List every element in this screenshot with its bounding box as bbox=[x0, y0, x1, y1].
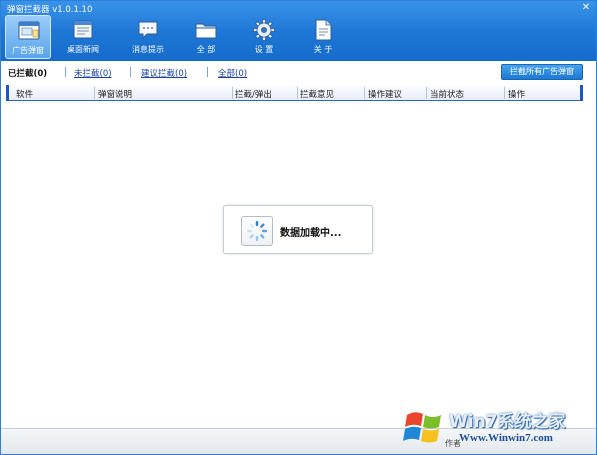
filter-divider bbox=[207, 67, 208, 77]
block-all-popups-button[interactable]: 拦截所有广告弹窗 bbox=[501, 64, 583, 80]
column-block-popup[interactable]: 拦截/弹出 bbox=[235, 88, 272, 100]
spinner-frame bbox=[241, 216, 273, 246]
column-divider[interactable] bbox=[232, 87, 233, 99]
filter-divider bbox=[130, 67, 131, 77]
filter-unblocked[interactable]: 未拦截(0) bbox=[74, 67, 112, 79]
column-current-status[interactable]: 当前状态 bbox=[430, 88, 464, 100]
column-popup-desc[interactable]: 弹窗说明 bbox=[98, 88, 132, 100]
loading-text: 数据加载中... bbox=[280, 228, 342, 239]
toolbar-settings[interactable]: 设 置 bbox=[241, 15, 287, 59]
desktop-news-icon bbox=[73, 20, 93, 39]
filter-divider bbox=[65, 67, 66, 77]
toolbar-label: 消息提示 bbox=[132, 45, 164, 54]
toolbar-label: 广告弹窗 bbox=[12, 46, 44, 55]
filter-bar: 已拦截(0) 未拦截(0) 建议拦截(0) 全部(0) 拦截所有广告弹窗 bbox=[1, 61, 596, 83]
toolbar-label: 设 置 bbox=[254, 45, 274, 54]
app-window: 弹窗拦截器 v1.0.1.10 ✕ 广告弹窗 桌面新闻 消息提示 全 部 设 置… bbox=[0, 0, 597, 455]
column-action-suggestion[interactable]: 操作建议 bbox=[368, 88, 402, 100]
watermark-title: Win7系统之家 bbox=[449, 412, 566, 432]
header-edge bbox=[580, 85, 583, 101]
folder-icon bbox=[195, 23, 217, 39]
column-divider[interactable] bbox=[94, 87, 95, 99]
document-icon bbox=[315, 19, 332, 41]
filter-suggested[interactable]: 建议拦截(0) bbox=[141, 67, 187, 79]
toolbar-desktop-news[interactable]: 桌面新闻 bbox=[60, 15, 106, 59]
close-button[interactable]: ✕ bbox=[580, 2, 592, 14]
popup-window-icon bbox=[18, 21, 40, 40]
watermark: Win7系统之家 Www.Winwin7.com bbox=[399, 405, 595, 455]
table-header: 软件 弹窗说明 拦截/弹出 拦截意见 操作建议 当前状态 操作 bbox=[6, 85, 583, 101]
toolbar-label: 关 于 bbox=[313, 45, 333, 54]
windows-logo-icon bbox=[403, 412, 441, 443]
toolbar-ad-popup[interactable]: 广告弹窗 bbox=[5, 15, 51, 59]
message-bubble-icon bbox=[138, 21, 158, 40]
loading-dialog: 数据加载中... bbox=[223, 205, 373, 254]
title-bar[interactable]: 弹窗拦截器 v1.0.1.10 ✕ bbox=[1, 1, 596, 15]
watermark-url: Www.Winwin7.com bbox=[459, 432, 553, 444]
header-edge bbox=[6, 85, 9, 101]
column-software[interactable]: 软件 bbox=[16, 88, 33, 100]
loading-spinner-icon bbox=[247, 221, 267, 241]
column-divider[interactable] bbox=[504, 87, 505, 99]
filter-all[interactable]: 全部(0) bbox=[218, 67, 247, 79]
filter-blocked[interactable]: 已拦截(0) bbox=[8, 67, 47, 79]
gear-icon bbox=[253, 19, 275, 41]
app-title: 弹窗拦截器 v1.0.1.10 bbox=[7, 5, 93, 15]
header-band: 弹窗拦截器 v1.0.1.10 ✕ 广告弹窗 桌面新闻 消息提示 全 部 设 置… bbox=[1, 1, 596, 61]
column-operation[interactable]: 操作 bbox=[508, 88, 525, 100]
toolbar-label: 桌面新闻 bbox=[67, 45, 99, 54]
toolbar-about[interactable]: 关 于 bbox=[300, 15, 346, 59]
column-divider[interactable] bbox=[426, 87, 427, 99]
toolbar-label: 全 部 bbox=[196, 45, 216, 54]
column-divider[interactable] bbox=[297, 87, 298, 99]
column-block-opinion[interactable]: 拦截意见 bbox=[300, 88, 334, 100]
toolbar-message-tips[interactable]: 消息提示 bbox=[125, 15, 171, 59]
popup-table-body[interactable] bbox=[6, 101, 583, 426]
toolbar-all[interactable]: 全 部 bbox=[183, 15, 229, 59]
main-toolbar: 广告弹窗 桌面新闻 消息提示 全 部 设 置 关 于 bbox=[1, 15, 596, 61]
column-divider[interactable] bbox=[364, 87, 365, 99]
